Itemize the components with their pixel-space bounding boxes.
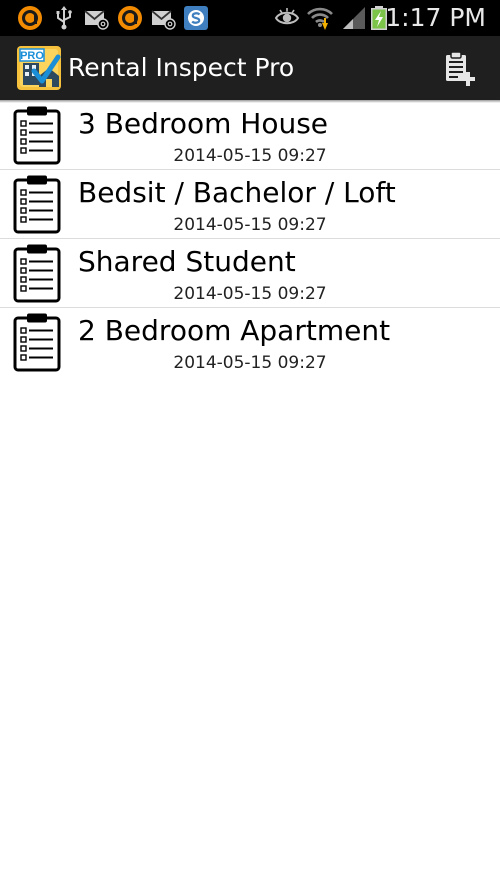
list-item[interactable]: 3 Bedroom House 2014-05-15 09:27 xyxy=(0,101,500,170)
status-bar: 1:17 PM xyxy=(0,0,500,36)
signal-icon xyxy=(343,7,365,29)
item-title: Bedsit / Bachelor / Loft xyxy=(78,176,396,209)
inspection-list: 3 Bedroom House 2014-05-15 09:27 Bedsit … xyxy=(0,101,500,376)
action-bar: PRO Rental Inspect Pro xyxy=(0,36,500,100)
list-item[interactable]: 2 Bedroom Apartment 2014-05-15 09:27 xyxy=(0,308,500,376)
app-title: Rental Inspect Pro xyxy=(68,53,295,82)
item-date: 2014-05-15 09:27 xyxy=(173,146,327,166)
wifi-icon xyxy=(307,7,333,30)
new-clipboard-icon[interactable] xyxy=(442,50,480,88)
orange-circle-icon xyxy=(118,6,142,30)
logo-text: PRO xyxy=(20,50,44,62)
status-time: 1:17 PM xyxy=(385,3,486,32)
orange-circle-icon xyxy=(18,6,42,30)
item-date: 2014-05-15 09:27 xyxy=(173,353,327,373)
email-icon xyxy=(151,10,176,30)
eye-icon xyxy=(274,8,300,25)
list-item[interactable]: Bedsit / Bachelor / Loft 2014-05-15 09:2… xyxy=(0,170,500,239)
usb-icon xyxy=(56,6,72,30)
item-title: 2 Bedroom Apartment xyxy=(78,314,391,347)
item-date: 2014-05-15 09:27 xyxy=(173,284,327,304)
s-app-icon xyxy=(184,6,208,30)
item-title: 3 Bedroom House xyxy=(78,107,329,140)
email-icon xyxy=(84,10,109,30)
screen: 1:17 PM PRO Rental Inspect Pro 3 Bedroom… xyxy=(0,0,500,889)
app-logo-icon[interactable]: PRO xyxy=(17,46,61,90)
item-date: 2014-05-15 09:27 xyxy=(173,215,327,235)
item-title: Shared Student xyxy=(78,245,296,278)
list-item[interactable]: Shared Student 2014-05-15 09:27 xyxy=(0,239,500,308)
